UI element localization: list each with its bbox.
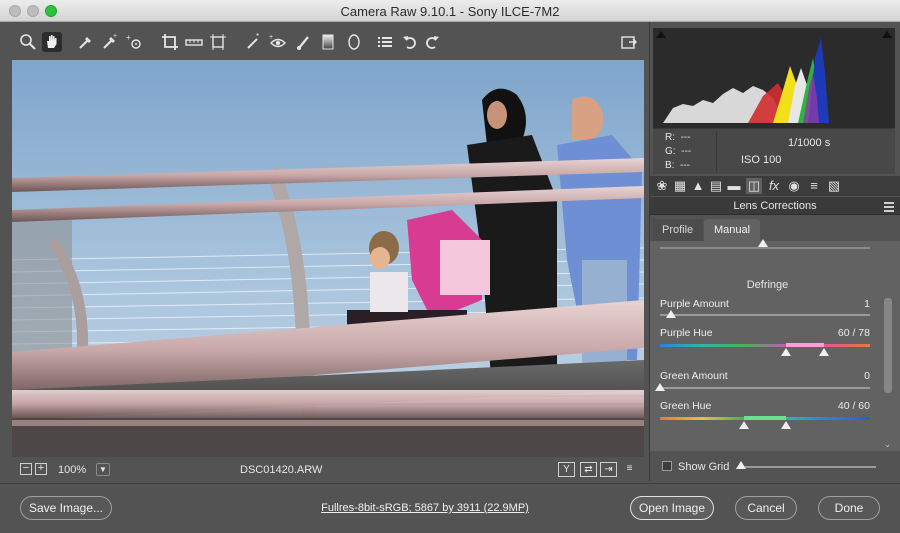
vignette-slider-thumb[interactable] — [758, 239, 768, 247]
grid-size-slider[interactable] — [738, 466, 876, 468]
split-toning-icon[interactable]: ▬ — [726, 178, 742, 194]
open-image-button[interactable]: Open Image — [630, 496, 714, 520]
purple-hue-value[interactable]: 60 / 78 — [838, 327, 870, 339]
snapshots-icon[interactable]: ▧ — [826, 178, 842, 194]
workflow-options-link[interactable]: Fullres-8bit-sRGB; 5867 by 3911 (22.9MP) — [0, 502, 850, 514]
targeted-adjust-icon[interactable]: + — [124, 32, 144, 52]
zoom-dropdown-chevron-icon[interactable]: ▼ — [96, 463, 110, 476]
toolbar: + + * + — [0, 22, 648, 60]
purple-amount-slider[interactable] — [660, 314, 870, 316]
exif-readout: R: --- G: --- B: --- 1/1000 s ISO 100 — [653, 128, 895, 174]
lens-corrections-icon[interactable]: ◫ — [746, 178, 762, 194]
green-hue-high-thumb[interactable] — [781, 421, 791, 429]
swap-settings-icon[interactable]: ⇄ — [580, 462, 597, 477]
purple-hue-low-thumb[interactable] — [781, 348, 791, 356]
zoom-in-button[interactable]: + — [35, 463, 47, 475]
g-readout: G: --- — [665, 146, 692, 157]
fullscreen-icon[interactable] — [619, 32, 639, 52]
grid-size-thumb[interactable] — [736, 461, 746, 469]
image-preview[interactable] — [12, 60, 644, 457]
r-readout: R: --- — [665, 132, 691, 143]
preferences-icon[interactable] — [375, 32, 395, 52]
panel-tabs: ❀ ▦ ▲ ▤ ▬ ◫ fx ◉ ≡ ▧ — [650, 176, 900, 196]
zoom-icon[interactable] — [18, 32, 38, 52]
shutter-speed: 1/1000 s — [788, 137, 831, 149]
purple-hue-range — [786, 343, 824, 347]
right-panel: R: --- G: --- B: --- 1/1000 s ISO 100 ❀ … — [649, 22, 900, 481]
lens-tabs: Profile Manual — [650, 219, 900, 241]
before-after-y-icon[interactable]: Y — [558, 462, 575, 477]
green-amount-slider[interactable] — [660, 387, 870, 389]
graduated-filter-icon[interactable] — [318, 32, 338, 52]
crop-icon[interactable] — [160, 32, 180, 52]
file-name: DSC01420.ARW — [240, 464, 323, 476]
view-settings-icon[interactable]: ≡ — [621, 462, 638, 477]
detail-icon[interactable]: ▲ — [690, 178, 706, 194]
purple-hue-label: Purple Hue — [660, 327, 713, 339]
white-balance-icon[interactable] — [76, 32, 96, 52]
show-grid-row: Show Grid — [650, 453, 900, 479]
purple-hue-slider[interactable] — [660, 344, 870, 347]
view-bar: − + 100% ▼ DSC01420.ARW Y ⇄ ⇥ ≡ — [0, 459, 648, 481]
title-bar: Camera Raw 9.10.1 - Sony ILCE-7M2 — [0, 0, 900, 22]
zoom-level: 100% — [58, 464, 87, 476]
highlight-clipping-icon[interactable] — [882, 31, 892, 38]
color-sampler-icon[interactable]: + — [100, 32, 120, 52]
show-grid-label: Show Grid — [678, 461, 730, 473]
green-hue-range — [744, 416, 786, 420]
done-button[interactable]: Done — [818, 496, 880, 520]
green-hue-value[interactable]: 40 / 60 — [838, 400, 870, 412]
window-title: Camera Raw 9.10.1 - Sony ILCE-7M2 — [340, 4, 560, 19]
zoom-out-button[interactable]: − — [20, 463, 32, 475]
scroll-down-chevron-icon[interactable]: ⌄ — [884, 440, 891, 449]
tab-profile[interactable]: Profile — [652, 219, 704, 241]
cancel-button[interactable]: Cancel — [735, 496, 797, 520]
iso-value: ISO 100 — [741, 154, 782, 166]
red-eye-icon[interactable]: + — [268, 32, 288, 52]
green-amount-thumb[interactable] — [655, 383, 665, 391]
basic-panel-icon[interactable]: ❀ — [654, 178, 670, 194]
rotate-right-icon[interactable] — [422, 32, 442, 52]
purple-hue-high-thumb[interactable] — [818, 348, 829, 356]
histogram — [653, 28, 895, 128]
defringe-heading: Defringe — [746, 279, 789, 291]
purple-amount-label: Purple Amount — [660, 298, 729, 310]
spot-removal-icon[interactable]: * — [244, 32, 264, 52]
vignette-slider-track[interactable] — [660, 247, 870, 249]
purple-amount-value[interactable]: 1 — [864, 298, 870, 310]
rotate-left-icon[interactable] — [400, 32, 420, 52]
transform-icon[interactable] — [208, 32, 228, 52]
green-hue-label: Green Hue — [660, 400, 712, 412]
section-title: Lens Corrections — [650, 197, 900, 215]
tone-curve-icon[interactable]: ▦ — [672, 178, 688, 194]
radial-filter-icon[interactable] — [344, 32, 364, 52]
green-amount-value[interactable]: 0 — [864, 370, 870, 382]
copy-settings-icon[interactable]: ⇥ — [600, 462, 617, 477]
svg-text:*: * — [256, 32, 259, 41]
straighten-icon[interactable] — [184, 32, 204, 52]
svg-text:+: + — [113, 33, 117, 40]
b-readout: B: --- — [665, 160, 691, 171]
panel-scrollbar[interactable] — [884, 298, 892, 393]
panel-menu-icon[interactable] — [884, 202, 894, 214]
svg-text:+: + — [126, 33, 131, 42]
hsl-icon[interactable]: ▤ — [708, 178, 724, 194]
tab-manual[interactable]: Manual — [704, 219, 760, 241]
camera-calibration-icon[interactable]: ◉ — [786, 178, 802, 194]
effects-icon[interactable]: fx — [766, 178, 782, 194]
bottom-bar: Save Image... Fullres-8bit-sRGB; 5867 by… — [0, 483, 900, 533]
show-grid-checkbox[interactable] — [662, 461, 672, 471]
purple-amount-thumb[interactable] — [665, 310, 676, 318]
hand-icon[interactable] — [42, 32, 62, 52]
green-amount-label: Green Amount — [660, 370, 728, 382]
shadow-clipping-icon[interactable] — [656, 31, 666, 38]
green-hue-low-thumb[interactable] — [739, 421, 749, 429]
adjustment-brush-icon[interactable] — [294, 32, 314, 52]
presets-icon[interactable]: ≡ — [806, 178, 822, 194]
svg-text:+: + — [269, 34, 273, 41]
